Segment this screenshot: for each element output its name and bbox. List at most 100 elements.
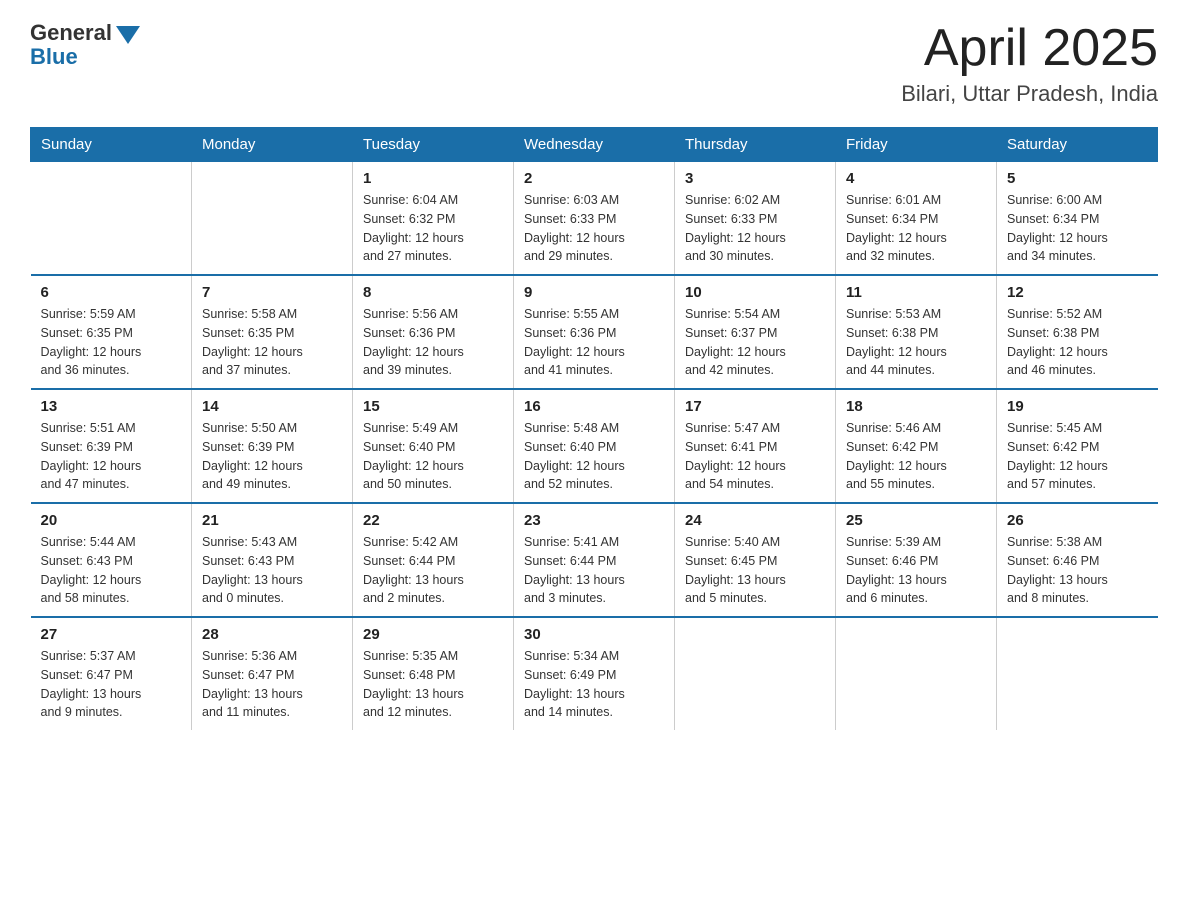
title-block: April 2025 Bilari, Uttar Pradesh, India [901,20,1158,107]
calendar-day-cell: 12 Sunrise: 5:52 AMSunset: 6:38 PMDayligh… [997,275,1158,389]
calendar-day-cell: 24 Sunrise: 5:40 AMSunset: 6:45 PMDayligh… [675,503,836,617]
day-number: 13 [41,398,182,415]
day-info: Sunrise: 6:02 AMSunset: 6:33 PMDaylight:… [685,191,825,266]
day-number: 1 [363,170,503,187]
calendar-day-cell: 5Sunrise: 6:00 AMSunset: 6:34 PMDaylight… [997,162,1158,276]
day-info: Sunrise: 5:52 AMSunset: 6:38 PMDaylight:… [1007,305,1148,380]
day-number: 17 [685,398,825,415]
logo-arrow-icon [116,26,140,44]
day-info: Sunrise: 5:47 AMSunset: 6:41 PMDaylight:… [685,419,825,494]
day-number: 26 [1007,512,1148,529]
calendar-day-cell: 8 Sunrise: 5:56 AMSunset: 6:36 PMDaylight… [353,275,514,389]
logo-blue-text: Blue [30,44,78,70]
calendar-day-cell: 22 Sunrise: 5:42 AMSunset: 6:44 PMDayligh… [353,503,514,617]
calendar-weekday-header: Thursday [675,128,836,162]
calendar-day-cell: 3Sunrise: 6:02 AMSunset: 6:33 PMDaylight… [675,162,836,276]
calendar-day-cell: 23Sunrise: 5:41 AMSunset: 6:44 PMDayligh… [514,503,675,617]
day-info: Sunrise: 6:03 AMSunset: 6:33 PMDaylight:… [524,191,664,266]
day-number: 21 [202,512,342,529]
calendar-day-cell: 30Sunrise: 5:34 AMSunset: 6:49 PMDayligh… [514,617,675,730]
day-info: Sunrise: 5:59 AMSunset: 6:35 PMDaylight:… [41,305,182,380]
day-info: Sunrise: 5:36 AMSunset: 6:47 PMDaylight:… [202,647,342,722]
calendar-day-cell [675,617,836,730]
calendar-day-cell [997,617,1158,730]
day-info: Sunrise: 5:50 AMSunset: 6:39 PMDaylight:… [202,419,342,494]
logo-general-text: General [30,20,112,46]
calendar-day-cell: 11 Sunrise: 5:53 AMSunset: 6:38 PMDayligh… [836,275,997,389]
day-info: Sunrise: 5:46 AMSunset: 6:42 PMDaylight:… [846,419,986,494]
day-number: 10 [685,284,825,301]
day-number: 25 [846,512,986,529]
day-number: 12 [1007,284,1148,301]
calendar-day-cell: 20Sunrise: 5:44 AMSunset: 6:43 PMDayligh… [31,503,192,617]
calendar-day-cell: 15Sunrise: 5:49 AMSunset: 6:40 PMDayligh… [353,389,514,503]
day-number: 24 [685,512,825,529]
calendar-day-cell: 6 Sunrise: 5:59 AMSunset: 6:35 PMDaylight… [31,275,192,389]
calendar-weekday-header: Tuesday [353,128,514,162]
day-number: 9 [524,284,664,301]
day-info: Sunrise: 5:58 AMSunset: 6:35 PMDaylight:… [202,305,342,380]
calendar-week-row: 1 Sunrise: 6:04 AMSunset: 6:32 PMDaylight… [31,162,1158,276]
calendar-week-row: 13 Sunrise: 5:51 AMSunset: 6:39 PMDayligh… [31,389,1158,503]
calendar-day-cell: 25 Sunrise: 5:39 AMSunset: 6:46 PMDayligh… [836,503,997,617]
calendar-weekday-header: Friday [836,128,997,162]
calendar-day-cell: 18Sunrise: 5:46 AMSunset: 6:42 PMDayligh… [836,389,997,503]
day-number: 7 [202,284,342,301]
calendar-title: April 2025 [901,20,1158,77]
day-number: 28 [202,626,342,643]
day-info: Sunrise: 5:45 AMSunset: 6:42 PMDaylight:… [1007,419,1148,494]
day-number: 16 [524,398,664,415]
day-info: Sunrise: 5:40 AMSunset: 6:45 PMDaylight:… [685,533,825,608]
calendar-day-cell: 14 Sunrise: 5:50 AMSunset: 6:39 PMDayligh… [192,389,353,503]
calendar-day-cell: 29 Sunrise: 5:35 AMSunset: 6:48 PMDayligh… [353,617,514,730]
day-info: Sunrise: 5:35 AMSunset: 6:48 PMDaylight:… [363,647,503,722]
calendar-table: SundayMondayTuesdayWednesdayThursdayFrid… [30,127,1158,730]
day-info: Sunrise: 5:51 AMSunset: 6:39 PMDaylight:… [41,419,182,494]
day-number: 14 [202,398,342,415]
calendar-weekday-header: Saturday [997,128,1158,162]
calendar-day-cell: 19 Sunrise: 5:45 AMSunset: 6:42 PMDayligh… [997,389,1158,503]
calendar-header-row: SundayMondayTuesdayWednesdayThursdayFrid… [31,128,1158,162]
day-info: Sunrise: 6:01 AMSunset: 6:34 PMDaylight:… [846,191,986,266]
calendar-day-cell: 28 Sunrise: 5:36 AMSunset: 6:47 PMDayligh… [192,617,353,730]
calendar-day-cell: 4 Sunrise: 6:01 AMSunset: 6:34 PMDaylight… [836,162,997,276]
day-info: Sunrise: 6:00 AMSunset: 6:34 PMDaylight:… [1007,191,1148,266]
day-number: 6 [41,284,182,301]
calendar-day-cell: 10 Sunrise: 5:54 AMSunset: 6:37 PMDayligh… [675,275,836,389]
day-number: 11 [846,284,986,301]
day-info: Sunrise: 5:53 AMSunset: 6:38 PMDaylight:… [846,305,986,380]
calendar-day-cell: 2 Sunrise: 6:03 AMSunset: 6:33 PMDaylight… [514,162,675,276]
calendar-day-cell [192,162,353,276]
day-number: 19 [1007,398,1148,415]
calendar-day-cell: 1 Sunrise: 6:04 AMSunset: 6:32 PMDaylight… [353,162,514,276]
calendar-weekday-header: Sunday [31,128,192,162]
calendar-week-row: 20Sunrise: 5:44 AMSunset: 6:43 PMDayligh… [31,503,1158,617]
day-info: Sunrise: 5:56 AMSunset: 6:36 PMDaylight:… [363,305,503,380]
calendar-day-cell [31,162,192,276]
day-number: 20 [41,512,182,529]
day-info: Sunrise: 5:37 AMSunset: 6:47 PMDaylight:… [41,647,182,722]
day-number: 8 [363,284,503,301]
calendar-day-cell: 26Sunrise: 5:38 AMSunset: 6:46 PMDayligh… [997,503,1158,617]
page-header: General Blue April 2025 Bilari, Uttar Pr… [30,20,1158,107]
day-number: 22 [363,512,503,529]
calendar-weekday-header: Monday [192,128,353,162]
day-info: Sunrise: 5:42 AMSunset: 6:44 PMDaylight:… [363,533,503,608]
calendar-day-cell: 7 Sunrise: 5:58 AMSunset: 6:35 PMDaylight… [192,275,353,389]
day-info: Sunrise: 5:39 AMSunset: 6:46 PMDaylight:… [846,533,986,608]
calendar-weekday-header: Wednesday [514,128,675,162]
day-info: Sunrise: 5:54 AMSunset: 6:37 PMDaylight:… [685,305,825,380]
day-number: 4 [846,170,986,187]
day-number: 2 [524,170,664,187]
calendar-day-cell: 21Sunrise: 5:43 AMSunset: 6:43 PMDayligh… [192,503,353,617]
calendar-day-cell: 17 Sunrise: 5:47 AMSunset: 6:41 PMDayligh… [675,389,836,503]
day-number: 30 [524,626,664,643]
day-number: 29 [363,626,503,643]
calendar-day-cell: 27Sunrise: 5:37 AMSunset: 6:47 PMDayligh… [31,617,192,730]
day-number: 15 [363,398,503,415]
day-info: Sunrise: 6:04 AMSunset: 6:32 PMDaylight:… [363,191,503,266]
calendar-day-cell: 16 Sunrise: 5:48 AMSunset: 6:40 PMDayligh… [514,389,675,503]
calendar-week-row: 6 Sunrise: 5:59 AMSunset: 6:35 PMDaylight… [31,275,1158,389]
calendar-day-cell [836,617,997,730]
day-info: Sunrise: 5:48 AMSunset: 6:40 PMDaylight:… [524,419,664,494]
